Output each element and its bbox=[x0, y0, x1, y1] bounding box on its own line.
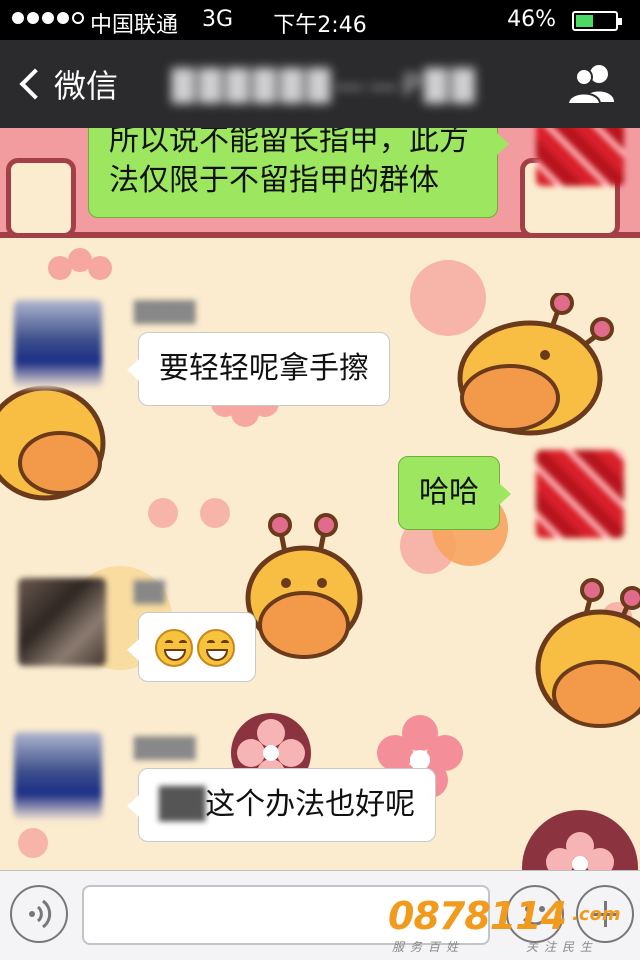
flower-icon bbox=[48, 248, 112, 280]
message-text: 哈哈 bbox=[419, 475, 479, 510]
watermark-caption-left: 服务百姓 bbox=[392, 940, 465, 954]
message-text: 要轻轻呢拿手擦 bbox=[159, 351, 369, 386]
grin-emoji-icon bbox=[155, 628, 193, 667]
watermark-caption-right: 关注民生 bbox=[526, 940, 599, 954]
group-members-icon[interactable] bbox=[566, 62, 618, 106]
message-text: 所以说不能留长指甲，此方法仅限于不留指甲的群体 bbox=[109, 128, 469, 198]
message-text: 这个办法也好呢 bbox=[205, 787, 416, 822]
giraffe-icon bbox=[0, 385, 106, 501]
sender-name: ██ bbox=[134, 580, 165, 604]
battery-tip bbox=[618, 18, 622, 25]
flower-icon bbox=[522, 810, 638, 870]
nav-bar: 微信 ██████——P██ bbox=[0, 40, 640, 128]
contact-avatar[interactable] bbox=[14, 732, 102, 820]
contact-avatar[interactable] bbox=[14, 300, 102, 388]
back-label: 微信 bbox=[54, 67, 119, 105]
message-bubble-outgoing[interactable]: 哈哈 bbox=[398, 456, 511, 530]
wallpaper-dot bbox=[148, 498, 178, 528]
giraffe-icon bbox=[535, 578, 640, 728]
blurred-mention: ██ bbox=[159, 787, 206, 822]
wallpaper-shape bbox=[6, 158, 76, 238]
sender-name: ████ bbox=[134, 300, 196, 324]
wallpaper-dot bbox=[200, 498, 230, 528]
giraffe-icon bbox=[245, 513, 363, 659]
battery-icon bbox=[572, 11, 622, 31]
chat-area[interactable]: 所以说不能留长指甲，此方法仅限于不留指甲的群体 ████ 要轻轻呢拿手擦 哈哈 … bbox=[0, 128, 640, 870]
chat-title: ██████——P██ bbox=[171, 68, 479, 104]
sender-name: ████ bbox=[134, 736, 196, 760]
message-bubble-incoming[interactable]: 要轻轻呢拿手擦 bbox=[127, 332, 390, 406]
watermark-number: 0878114 bbox=[388, 894, 567, 938]
voice-button[interactable] bbox=[10, 885, 68, 943]
wallpaper-dot bbox=[18, 828, 48, 858]
battery-percent: 46% bbox=[507, 7, 556, 32]
site-watermark: 0878114 .com 服务百姓 关注民生 bbox=[388, 894, 638, 958]
message-bubble-outgoing[interactable]: 所以说不能留长指甲，此方法仅限于不留指甲的群体 bbox=[88, 128, 509, 218]
voice-icon bbox=[29, 899, 52, 929]
message-bubble-incoming[interactable] bbox=[127, 612, 256, 682]
battery-fill bbox=[576, 15, 594, 27]
message-bubble-incoming[interactable]: ██这个办法也好呢 bbox=[126, 768, 437, 842]
status-bar: 中国联通 3G 下午2:46 46% bbox=[0, 0, 640, 40]
watermark-domain: .com bbox=[572, 904, 621, 925]
contact-avatar[interactable] bbox=[18, 578, 106, 666]
grin-emoji-icon bbox=[197, 628, 235, 667]
my-avatar[interactable] bbox=[536, 450, 624, 538]
my-avatar[interactable] bbox=[536, 128, 624, 186]
giraffe-icon bbox=[457, 293, 614, 436]
back-button[interactable]: 微信 bbox=[14, 60, 118, 108]
chevron-left-icon bbox=[19, 68, 51, 100]
